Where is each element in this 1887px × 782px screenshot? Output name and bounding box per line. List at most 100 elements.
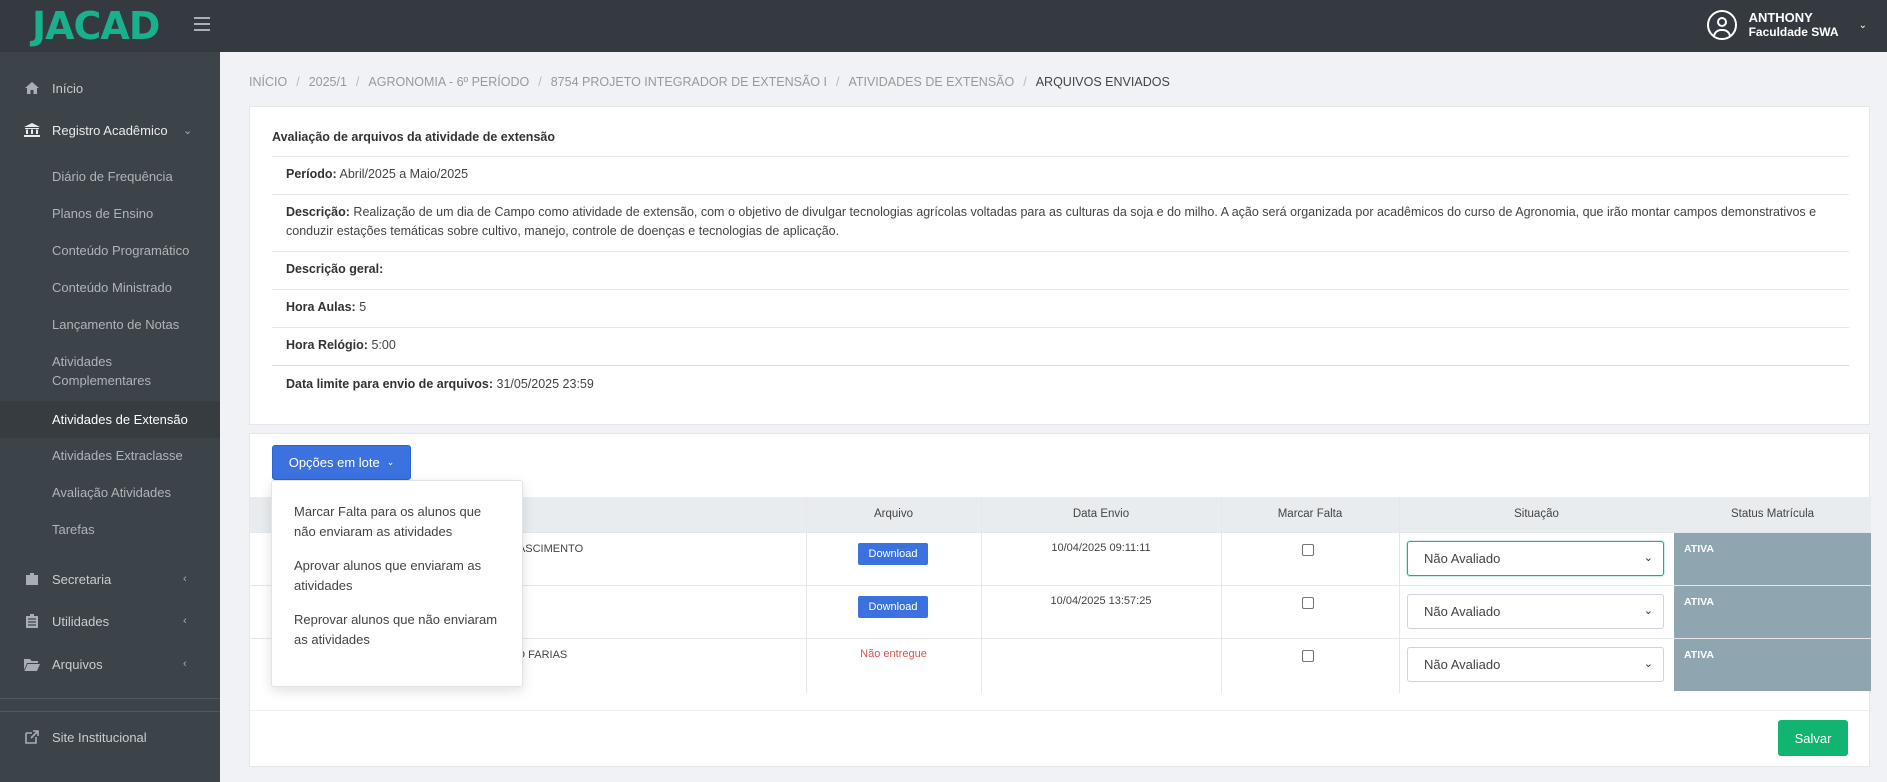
sidebar-item-inicio[interactable]: Início — [0, 78, 220, 98]
sidebar-item-site-institucional[interactable]: Site Institucional — [0, 727, 220, 747]
situacao-select[interactable]: Não Avaliado ⌄ — [1407, 647, 1664, 682]
menu-toggle-icon[interactable] — [194, 17, 210, 31]
logo[interactable]: JACAD — [32, 4, 160, 48]
chevron-down-icon: ⌄ — [1643, 605, 1653, 617]
sidebar-item-label: Arquivos — [52, 656, 103, 672]
breadcrumb-item[interactable]: INÍCIO — [249, 75, 287, 89]
info-label: Hora Aulas: — [286, 300, 356, 314]
info-label: Descrição: — [286, 205, 350, 219]
chevron-left-icon: ‹ — [183, 615, 187, 627]
mark-absence-checkbox[interactable] — [1302, 597, 1314, 609]
column-header-marcar-falta[interactable]: Marcar Falta — [1221, 497, 1399, 532]
sidebar-sub-item[interactable]: Conteúdo Ministrado — [0, 278, 220, 298]
column-header-data-envio[interactable]: Data Envio — [981, 497, 1221, 532]
batch-options-label: Opções em lote — [288, 455, 380, 470]
sidebar-sub-item-active[interactable]: Atividades de Extensão — [0, 401, 220, 438]
column-divider — [981, 497, 982, 693]
sidebar-item-registro-academico[interactable]: Registro Acadêmico ⌄ — [0, 120, 220, 140]
info-periodo: Período: Abril/2025 a Maio/2025 — [272, 156, 1849, 194]
info-data-limite: Data limite para envio de arquivos: 31/0… — [272, 365, 1849, 405]
status-badge: ATIVA — [1674, 639, 1871, 691]
sidebar-sub-item[interactable]: Planos de Ensino — [0, 204, 220, 224]
situacao-value: Não Avaliado — [1424, 657, 1501, 672]
breadcrumb-item[interactable]: ATIVIDADES DE EXTENSÃO — [848, 75, 1014, 89]
folder-icon — [23, 657, 41, 671]
breadcrumb: INÍCIO/ 2025/1/ AGRONOMIA - 6º PERÍODO / … — [249, 75, 1170, 89]
info-value: Abril/2025 a Maio/2025 — [339, 167, 469, 181]
not-delivered-text: Não entregue — [860, 648, 927, 660]
sidebar-sub-item[interactable]: Diário de Frequência — [0, 167, 220, 187]
situacao-select[interactable]: Não Avaliado ⌄ — [1407, 594, 1664, 629]
topbar: ANTHONY Faculdade SWA ⌄ — [220, 0, 1887, 52]
briefcase-icon — [23, 572, 41, 586]
card-title: Avaliação de arquivos da atividade de ex… — [272, 130, 555, 144]
download-button[interactable]: Download — [858, 543, 928, 565]
chevron-left-icon: ‹ — [183, 573, 187, 585]
sidebar-item-label: Registro Acadêmico — [52, 122, 168, 138]
info-descricao-geral: Descrição geral: — [272, 251, 1849, 289]
sidebar-divider — [0, 698, 220, 699]
sidebar-item-label: Secretaria — [52, 571, 112, 587]
chevron-down-icon: ⌄ — [1643, 658, 1653, 670]
column-divider — [1399, 497, 1400, 693]
situacao-value: Não Avaliado — [1424, 551, 1501, 566]
breadcrumb-item[interactable]: 8754 PROJETO INTEGRADOR DE EXTENSÃO I — [551, 75, 827, 89]
submission-date — [981, 648, 1221, 701]
column-header-arquivo[interactable]: Arquivo — [806, 497, 981, 532]
sidebar-item-arquivos[interactable]: Arquivos ‹ — [0, 654, 220, 674]
column-header-situacao[interactable]: Situação — [1399, 497, 1674, 532]
user-org: Faculdade SWA — [1748, 25, 1839, 39]
sidebar-item-label: Utilidades — [52, 613, 110, 629]
sidebar: JACAD Início Registro Acadêmico ⌄ Diário… — [0, 0, 220, 782]
status-badge: ATIVA — [1674, 533, 1871, 585]
bank-icon — [23, 123, 41, 137]
chevron-down-icon: ⌄ — [183, 124, 193, 137]
info-value: Realização de um dia de Campo como ativi… — [286, 205, 1817, 238]
info-label: Período: — [286, 167, 337, 181]
brand-bar: JACAD — [0, 0, 220, 52]
user-menu[interactable]: ANTHONY Faculdade SWA ⌄ — [1706, 10, 1867, 40]
batch-options-menu: Marcar Falta para os alunos que não envi… — [271, 480, 523, 687]
external-link-icon — [23, 730, 41, 744]
clipboard-icon — [23, 614, 41, 628]
sidebar-sub-item[interactable]: Lançamento de Notas — [0, 315, 220, 335]
info-value: 31/05/2025 23:59 — [496, 377, 594, 391]
user-avatar-icon — [1706, 10, 1737, 40]
chevron-left-icon: ‹ — [183, 658, 187, 670]
sidebar-item-secretaria[interactable]: Secretaria ‹ — [0, 569, 220, 589]
download-button[interactable]: Download — [858, 596, 928, 618]
column-header-status-matricula[interactable]: Status Matrícula — [1674, 497, 1871, 532]
sidebar-sub-item[interactable]: Tarefas — [0, 520, 220, 540]
info-descricao: Descrição: Realização de um dia de Campo… — [272, 194, 1849, 251]
info-value: 5:00 — [371, 338, 396, 352]
mark-absence-checkbox[interactable] — [1302, 650, 1314, 662]
chevron-down-icon: ⌄ — [1643, 552, 1653, 564]
info-value: 5 — [359, 300, 367, 314]
menu-item-reprove[interactable]: Reprovar alunos que não enviaram as ativ… — [294, 610, 504, 650]
column-divider — [1221, 497, 1222, 693]
info-label: Hora Relógio: — [286, 338, 368, 352]
breadcrumb-item[interactable]: AGRONOMIA - 6º PERÍODO — [368, 75, 529, 89]
menu-item-mark-absence[interactable]: Marcar Falta para os alunos que não envi… — [294, 502, 504, 542]
home-icon — [23, 81, 41, 95]
batch-options-button[interactable]: Opções em lote ⌄ — [272, 445, 411, 480]
sidebar-item-label: Site Institucional — [52, 729, 147, 745]
menu-item-approve[interactable]: Aprovar alunos que enviaram as atividade… — [294, 556, 504, 596]
user-name: ANTHONY — [1748, 10, 1813, 25]
breadcrumb-item[interactable]: 2025/1 — [309, 75, 347, 89]
info-hora-aulas: Hora Aulas: 5 — [272, 289, 1849, 327]
mark-absence-checkbox[interactable] — [1302, 544, 1314, 556]
sidebar-sub-item[interactable]: Avaliação Atividades — [0, 483, 220, 503]
sidebar-sub-item[interactable]: Atividades Extraclasse — [0, 446, 220, 466]
sidebar-sub-item[interactable]: Conteúdo Programático — [0, 241, 220, 261]
sidebar-item-label: Início — [52, 80, 84, 96]
info-label: Data limite para envio de arquivos: — [286, 377, 494, 391]
chevron-down-icon: ⌄ — [386, 457, 395, 467]
breadcrumb-current: ARQUIVOS ENVIADOS — [1035, 75, 1170, 89]
situacao-select[interactable]: Não Avaliado ⌄ — [1407, 541, 1664, 576]
info-label: Descrição geral: — [286, 262, 384, 276]
sidebar-sub-item[interactable]: Atividades Complementares — [0, 352, 220, 392]
save-button[interactable]: Salvar — [1778, 720, 1848, 756]
info-hora-relogio: Hora Relógio: 5:00 — [272, 327, 1849, 365]
sidebar-item-utilidades[interactable]: Utilidades ‹ — [0, 611, 220, 631]
